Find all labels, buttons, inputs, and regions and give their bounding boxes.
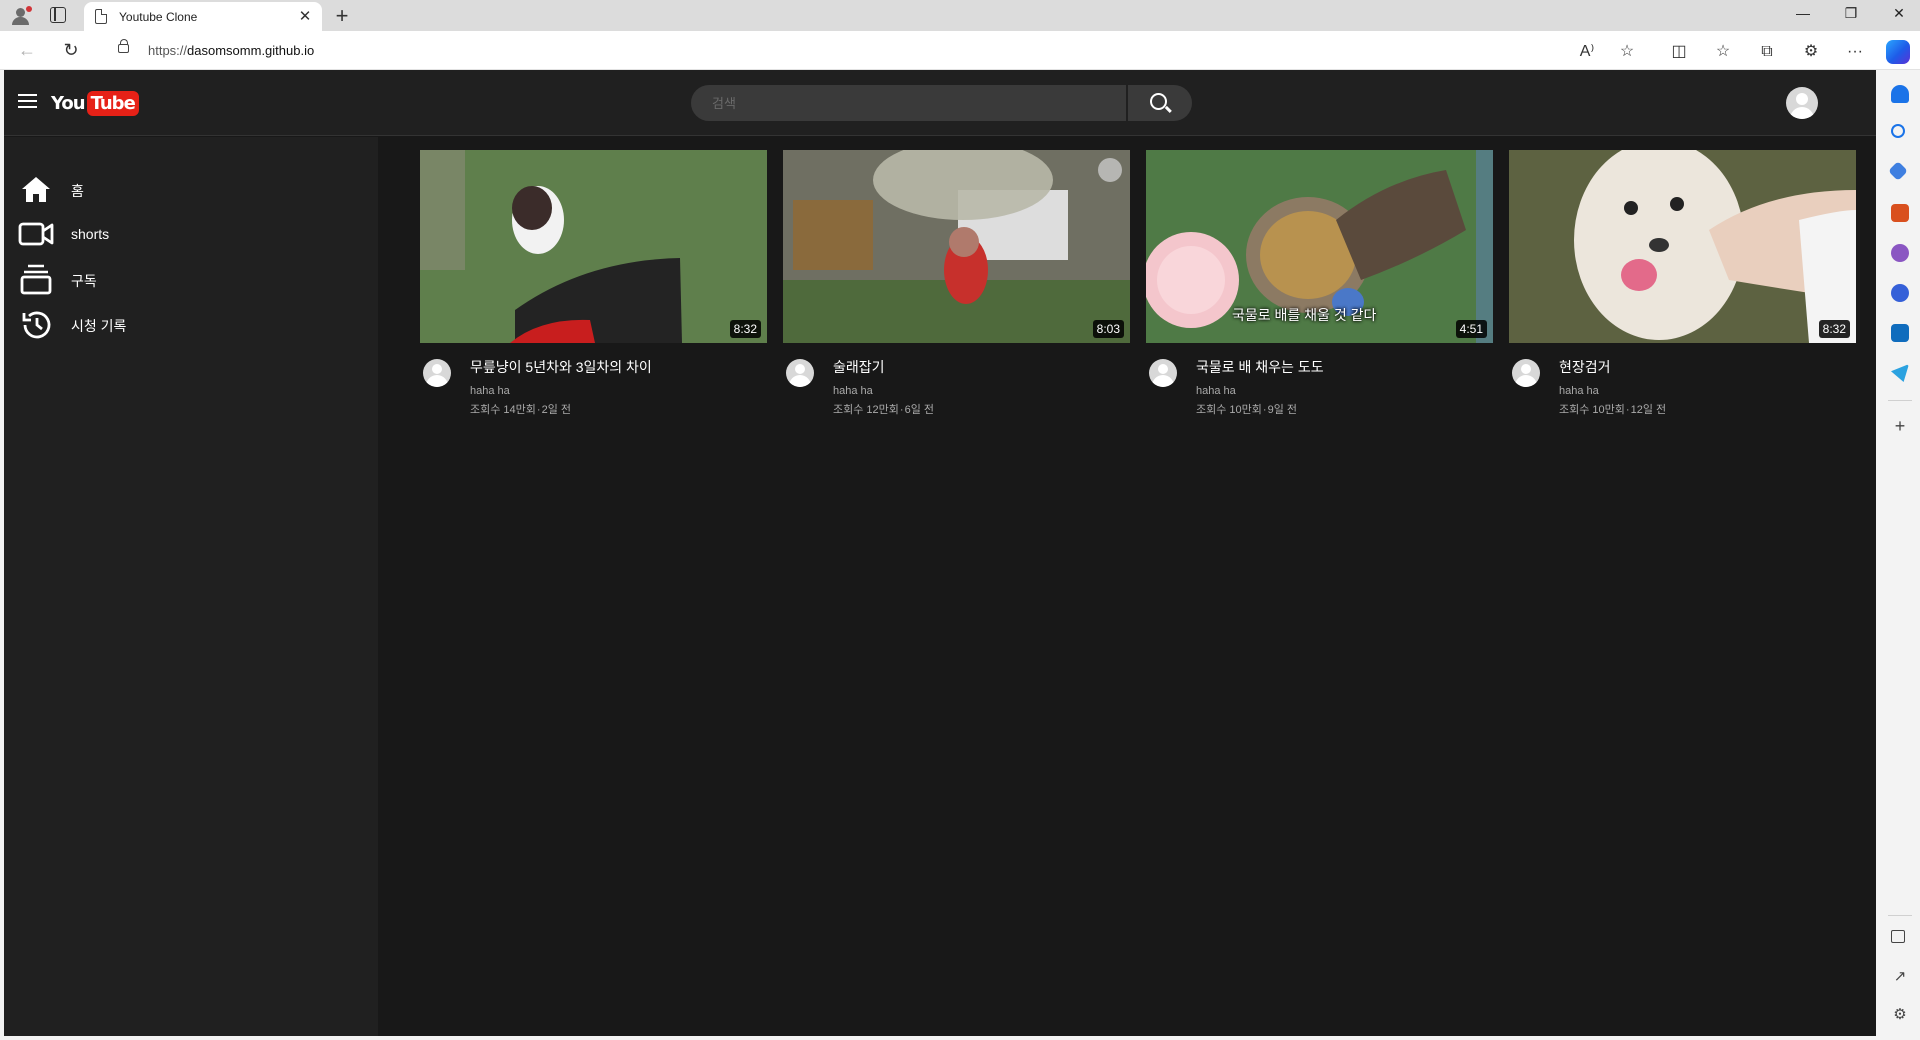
logo-tube-text: Tube [86,90,139,116]
logo-you-text: You [51,92,86,114]
favorites-icon[interactable]: ☆ [1712,41,1734,63]
channel-avatar[interactable] [423,359,451,387]
sidebar-item-label: 구독 [71,273,97,289]
video-caption: 국물로 배를 채울 것 같다 [1232,307,1377,323]
youtube-logo[interactable]: You Tube [51,88,139,118]
address-bar[interactable]: https://dasomsomm.github.io [104,35,1624,65]
channel-avatar[interactable] [1149,359,1177,387]
video-card[interactable]: 8:03 술래잡기 haha ha 조회수 12만회·6일 전 [783,150,1130,416]
video-title[interactable]: 현장검거 [1559,357,1611,377]
sidebar-item-shorts[interactable]: shorts [4,212,378,256]
shopping-tag-icon[interactable] [1888,161,1908,181]
channel-avatar[interactable] [1512,359,1540,387]
hamburger-menu-icon[interactable] [18,94,38,110]
channel-avatar[interactable] [786,359,814,387]
split-screen-icon[interactable]: ◫ [1668,41,1690,63]
games-icon[interactable] [1891,244,1909,262]
video-thumbnail[interactable]: 8:32 [1509,150,1856,343]
subscriptions-icon [20,264,52,295]
panel-icon[interactable] [1891,930,1905,943]
url-text[interactable]: https://dasomsomm.github.io [148,43,314,58]
new-tab-button[interactable]: + [330,3,354,29]
sidebar: 홈 shorts 구독 시청 기록 [4,137,378,1036]
account-avatar[interactable] [1786,87,1818,119]
search-icon[interactable] [1891,124,1905,138]
channel-name[interactable]: haha ha [1559,385,1599,397]
read-aloud-icon[interactable]: A⁾ [1576,41,1598,63]
home-icon [22,177,50,202]
video-meta: 조회수 12만회·6일 전 [833,404,934,416]
collections-icon[interactable]: ⧉ [1756,41,1778,63]
video-meta: 조회수 10만회·9일 전 [1196,404,1297,416]
video-card[interactable]: 국물로 배를 채울 것 같다 4:51 국물로 배 채우는 도도 haha ha… [1146,150,1493,416]
minimize-button[interactable]: — [1788,5,1818,21]
extensions-icon[interactable]: ⚙ [1800,41,1822,63]
browser-titlebar: Youtube Clone ✕ + — ❐ ✕ [0,0,1920,31]
page-viewport: You Tube 홈 shorts [4,70,1876,1036]
history-icon [22,311,51,339]
video-title[interactable]: 무릎냥이 5년차와 3일차의 차이 [470,357,652,377]
video-meta: 조회수 14만회·2일 전 [470,404,571,416]
video-title[interactable]: 술래잡기 [833,357,885,377]
close-window-button[interactable]: ✕ [1884,5,1914,22]
video-card[interactable]: 8:32 현장검거 haha ha 조회수 10만회·12일 전 [1509,150,1856,416]
tab-actions-icon[interactable] [50,7,66,23]
search-input[interactable] [691,85,1126,121]
video-card[interactable]: 8:32 무릎냥이 5년차와 3일차의 차이 haha ha 조회수 14만회·… [420,150,767,416]
bell-icon[interactable] [1891,85,1909,103]
outlook-icon[interactable] [1891,324,1909,342]
edge-sidebar: + ↗ ⚙ [1880,70,1920,1040]
sidebar-item-label: shorts [71,226,110,242]
tools-icon[interactable] [1891,204,1909,222]
channel-name[interactable]: haha ha [1196,385,1236,397]
video-thumbnail[interactable]: 8:32 [420,150,767,343]
tab-title: Youtube Clone [119,10,198,24]
back-icon[interactable]: ← [16,39,38,61]
restore-button[interactable]: ❐ [1836,5,1866,22]
more-menu-icon[interactable]: ··· [1844,41,1866,63]
send-icon[interactable] [1891,364,1909,382]
browser-tab[interactable]: Youtube Clone ✕ [84,2,322,31]
video-camera-icon [18,222,54,246]
search-bar [691,85,1193,121]
sidebar-item-subscriptions[interactable]: 구독 [4,257,378,301]
external-link-icon[interactable]: ↗ [1889,967,1911,985]
microsoft-365-icon[interactable] [1891,284,1909,302]
profile-icon[interactable] [10,5,32,27]
tab-close-icon[interactable]: ✕ [296,7,314,25]
video-duration: 8:03 [1092,320,1124,338]
video-thumbnail[interactable]: 국물로 배를 채울 것 같다 4:51 [1146,150,1493,343]
lock-icon[interactable] [118,39,129,53]
sidebar-item-home[interactable]: 홈 [4,167,378,211]
sidebar-item-history[interactable]: 시청 기록 [4,302,378,346]
page-icon [95,9,107,24]
channel-name[interactable]: haha ha [470,385,510,397]
video-title[interactable]: 국물로 배 채우는 도도 [1196,357,1324,377]
copilot-icon[interactable] [1886,40,1910,64]
video-duration: 8:32 [729,320,761,338]
channel-name[interactable]: haha ha [833,385,873,397]
gear-icon[interactable]: ⚙ [1889,1005,1911,1023]
yt-header: You Tube [4,70,1876,136]
reload-icon[interactable]: ↻ [60,39,82,61]
video-duration: 8:32 [1818,320,1850,338]
favorite-star-icon[interactable]: ☆ [1616,41,1638,63]
search-button[interactable] [1128,85,1192,121]
video-duration: 4:51 [1455,320,1487,338]
sidebar-item-label: 시청 기록 [71,318,127,334]
add-icon[interactable]: + [1889,416,1911,437]
video-meta: 조회수 10만회·12일 전 [1559,404,1667,416]
sidebar-item-label: 홈 [71,183,84,199]
video-thumbnail[interactable]: 8:03 [783,150,1130,343]
video-grid: 8:32 무릎냥이 5년차와 3일차의 차이 haha ha 조회수 14만회·… [378,137,1876,1036]
